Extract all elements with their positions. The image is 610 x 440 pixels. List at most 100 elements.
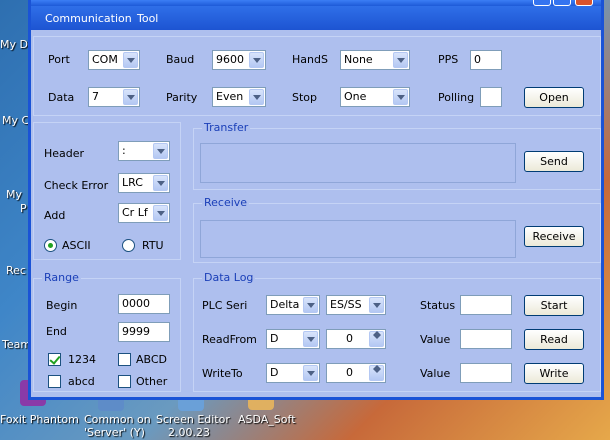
desktop-icon-label[interactable]: Screen Editor (156, 413, 230, 426)
label-abcd-lower[interactable]: abcd (68, 375, 95, 388)
chevron-down-icon[interactable] (249, 89, 264, 105)
desktop-icon-label[interactable]: Team (2, 338, 31, 351)
check-error-value: LRC (122, 176, 143, 189)
add-select[interactable]: Cr Lf (118, 203, 170, 223)
desktop-icon-label[interactable]: P (20, 202, 27, 215)
send-button[interactable]: Send (524, 151, 584, 172)
checkbox-abcd-lower[interactable] (48, 375, 61, 388)
status-input[interactable] (460, 295, 512, 315)
label-abcd-upper[interactable]: ABCD (136, 353, 167, 366)
rtu-label[interactable]: RTU (142, 239, 164, 252)
desktop-icon-label[interactable]: 2.00.23 (168, 426, 210, 439)
parity-value: Even (216, 90, 244, 103)
chevron-down-icon[interactable] (369, 297, 384, 313)
checkbox-other[interactable] (118, 375, 131, 388)
read-address-value: 0 (346, 332, 353, 345)
desktop-icon-label[interactable]: Foxit Phantom (0, 413, 79, 426)
pps-label: PPS (438, 53, 459, 66)
read-device-select[interactable]: D (266, 329, 320, 349)
check-error-select[interactable]: LRC (118, 173, 170, 193)
stepper-arrows-icon[interactable] (369, 331, 384, 347)
desktop-icon-label[interactable]: 'Server' (Y) (84, 426, 145, 439)
write-device-value: D (270, 366, 279, 379)
chevron-down-icon[interactable] (153, 143, 168, 159)
plc-seri-label: PLC Seri (202, 299, 248, 312)
writeto-label: WriteTo (202, 367, 243, 380)
stop-label: Stop (292, 91, 318, 104)
checkbox-1234[interactable] (48, 353, 61, 366)
rtu-radio[interactable] (122, 239, 135, 252)
read-device-value: D (270, 332, 279, 345)
readfrom-label: ReadFrom (202, 333, 257, 346)
app-window: Communication Tool Port COM Baud 9600 Ha… (28, 0, 604, 400)
menu-bar: Communication Tool (31, 6, 601, 30)
chevron-down-icon[interactable] (303, 297, 318, 313)
chevron-down-icon[interactable] (153, 175, 168, 191)
ascii-label[interactable]: ASCII (62, 239, 91, 252)
receive-text-area[interactable] (200, 220, 516, 258)
chevron-down-icon[interactable] (153, 205, 168, 221)
ascii-radio[interactable] (44, 239, 57, 252)
write-address-value: 0 (346, 366, 353, 379)
port-settings-panel: Port COM Baud 9600 HandS None PPS 0 Data… (33, 36, 601, 116)
polling-input[interactable] (480, 87, 502, 107)
data-log-panel: Data Log PLC Seri Delta ES/SS Status Sta… (193, 271, 601, 392)
write-value-label: Value (420, 367, 451, 380)
end-input[interactable]: 9999 (118, 322, 170, 342)
receive-title: Receive (202, 196, 250, 209)
chevron-down-icon[interactable] (249, 52, 264, 68)
write-button[interactable]: Write (524, 363, 584, 384)
desktop-icon-label[interactable]: My D (0, 38, 28, 51)
checkbox-abcd-upper[interactable] (118, 353, 131, 366)
baud-select[interactable]: 9600 (212, 50, 266, 70)
format-panel: Header : Check Error LRC Add Cr Lf ASCII… (33, 122, 181, 260)
chevron-down-icon[interactable] (303, 365, 318, 381)
chevron-down-icon[interactable] (393, 52, 408, 68)
desktop-icon-label[interactable]: Rec (6, 264, 26, 277)
port-value: COM (92, 53, 118, 66)
data-bits-select[interactable]: 7 (88, 87, 140, 107)
label-other[interactable]: Other (136, 375, 167, 388)
range-panel: Range Begin 0000 End 9999 1234 ABCD abcd… (33, 271, 181, 392)
receive-button[interactable]: Receive (524, 226, 584, 247)
write-address-stepper[interactable]: 0 (326, 363, 386, 383)
menu-communication[interactable]: Communication (45, 12, 132, 25)
label-1234[interactable]: 1234 (68, 353, 96, 366)
transfer-text-area[interactable] (200, 143, 516, 183)
stepper-arrows-icon[interactable] (369, 365, 384, 381)
write-value-input[interactable] (460, 363, 512, 383)
status-label: Status (420, 299, 456, 312)
chevron-down-icon[interactable] (123, 52, 138, 68)
hands-value: None (344, 53, 373, 66)
desktop-icon-label[interactable]: My C (2, 114, 29, 127)
pps-input[interactable]: 0 (470, 50, 502, 70)
stop-bits-value: One (344, 90, 367, 103)
add-label: Add (44, 209, 66, 222)
hands-select[interactable]: None (340, 50, 410, 70)
read-button[interactable]: Read (524, 329, 584, 350)
chevron-down-icon[interactable] (303, 331, 318, 347)
stop-bits-select[interactable]: One (340, 87, 410, 107)
chevron-down-icon[interactable] (123, 89, 138, 105)
read-value-input[interactable] (460, 329, 512, 349)
desktop-icon-label[interactable]: My (6, 188, 22, 201)
header-select[interactable]: : (118, 141, 170, 161)
desktop-icon-label[interactable]: ASDA_Soft (238, 413, 296, 426)
port-select[interactable]: COM (88, 50, 140, 70)
parity-select[interactable]: Even (212, 87, 266, 107)
plc-value: Delta (270, 298, 300, 311)
read-address-stepper[interactable]: 0 (326, 329, 386, 349)
start-button[interactable]: Start (524, 295, 584, 316)
plc-select[interactable]: Delta (266, 295, 320, 315)
begin-input[interactable]: 0000 (118, 294, 170, 314)
series-select[interactable]: ES/SS (326, 295, 386, 315)
series-value: ES/SS (330, 298, 362, 311)
chevron-down-icon[interactable] (393, 89, 408, 105)
read-value-label: Value (420, 333, 451, 346)
data-log-title: Data Log (202, 271, 256, 284)
baud-label: Baud (166, 53, 195, 66)
desktop-icon-label[interactable]: Common on (84, 413, 151, 426)
menu-tool[interactable]: Tool (137, 12, 158, 25)
open-button[interactable]: Open (524, 87, 584, 108)
write-device-select[interactable]: D (266, 363, 320, 383)
